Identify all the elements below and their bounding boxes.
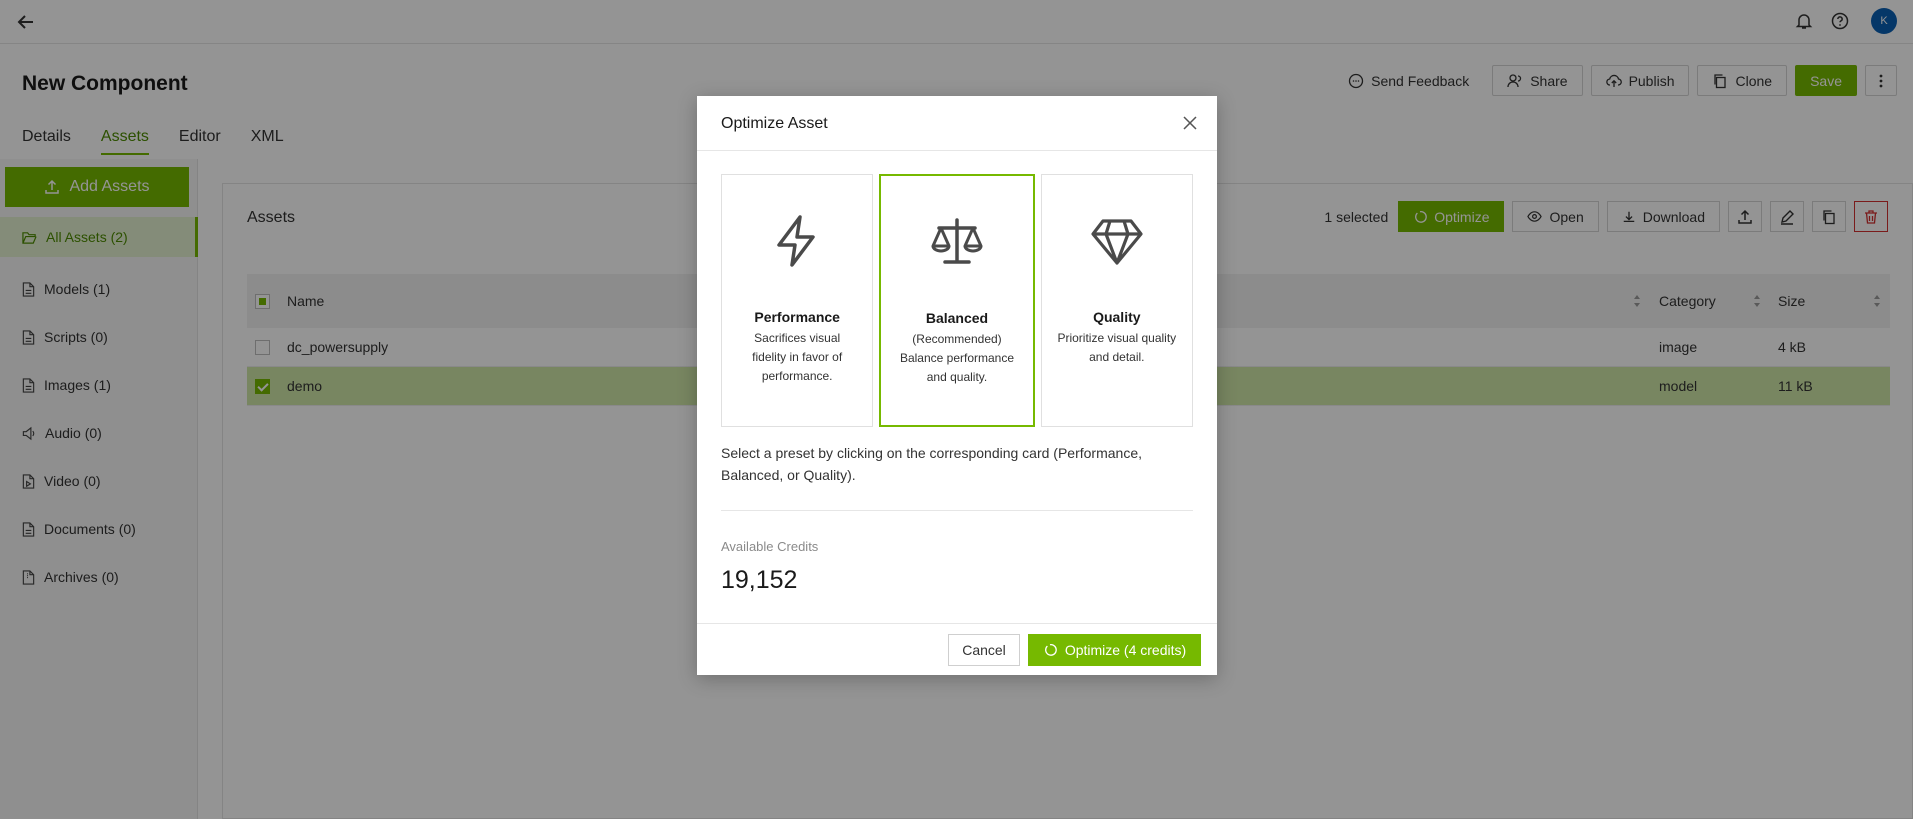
preset-hint: Select a preset by clicking on the corre… xyxy=(721,445,1142,483)
preset-description: Sacrifices visual fidelity in favor of p… xyxy=(752,331,843,383)
credits-label: Available Credits xyxy=(721,539,819,554)
confirm-optimize-label: Optimize (4 credits) xyxy=(1064,642,1187,658)
preset-card-quality[interactable]: Quality Prioritize visual quality and de… xyxy=(1040,174,1193,427)
dialog-header: Optimize Asset xyxy=(697,96,1217,151)
preset-title: Balanced xyxy=(925,310,989,326)
cancel-button[interactable]: Cancel xyxy=(948,634,1020,666)
scale-icon xyxy=(931,218,983,264)
preset-cards: Performance Sacrifices visual fidelity i… xyxy=(721,174,1193,427)
divider xyxy=(721,510,1193,511)
preset-card-performance[interactable]: Performance Sacrifices visual fidelity i… xyxy=(721,174,874,427)
preset-title: Quality xyxy=(1093,309,1141,325)
dialog-footer: Cancel Optimize (4 credits) xyxy=(697,623,1217,675)
close-icon[interactable] xyxy=(1181,114,1199,132)
confirm-optimize-button[interactable]: Optimize (4 credits) xyxy=(1028,634,1201,666)
optimize-asset-dialog: Optimize Asset Performance Sacrifices vi… xyxy=(697,96,1217,675)
preset-card-balanced[interactable]: Balanced (Recommended) Balance performan… xyxy=(879,174,1035,427)
credits-value: 19,152 xyxy=(721,566,798,594)
preset-description: (Recommended) Balance performance and qu… xyxy=(899,332,1015,384)
preset-title: Performance xyxy=(754,309,840,325)
preset-description: Prioritize visual quality and detail. xyxy=(1057,331,1177,364)
power-icon xyxy=(1044,644,1057,656)
lightning-icon xyxy=(777,215,815,267)
diamond-icon xyxy=(1091,219,1143,265)
dialog-title: Optimize Asset xyxy=(721,115,828,132)
